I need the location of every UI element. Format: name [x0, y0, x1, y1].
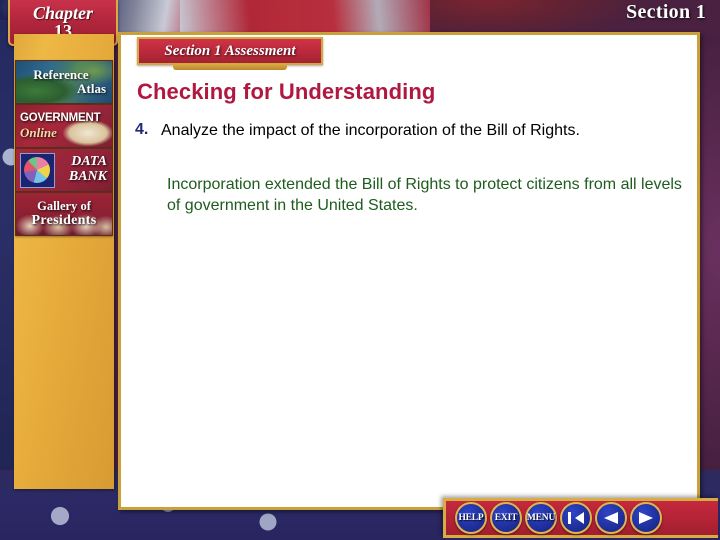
- back-button[interactable]: [595, 502, 627, 534]
- forward-arrow-icon: [636, 510, 656, 526]
- content-panel: Section 1 Assessment Checking for Unders…: [118, 32, 700, 510]
- sidebar-item-label: Online: [20, 124, 57, 140]
- forward-button[interactable]: [630, 502, 662, 534]
- back-arrow-icon: [601, 510, 621, 526]
- reference-atlas-caption: Reference Atlas: [16, 61, 112, 103]
- page-title: Checking for Understanding: [137, 79, 436, 104]
- government-online-caption: GOVERNMENT Online: [16, 105, 112, 147]
- answer-text: Incorporation extended the Bill of Right…: [167, 176, 682, 214]
- first-page-button[interactable]: [560, 502, 592, 534]
- slide-root: Chapter 13 Section 1 Reference Atlas GOV…: [0, 0, 720, 540]
- help-button[interactable]: HELP: [455, 502, 487, 534]
- assessment-tab-notch: [173, 65, 287, 70]
- section-label: Section 1: [626, 1, 706, 23]
- sidebar-item-label: DATA: [71, 154, 107, 170]
- question-text: Analyze the impact of the incorporation …: [161, 122, 580, 139]
- gallery-of-presidents-caption: Gallery of Presidents: [16, 193, 112, 235]
- bottom-navigation-bar: HELP EXIT MENU: [443, 498, 718, 538]
- question-block: 4. Analyze the impact of the incorporati…: [135, 121, 685, 141]
- sidebar-item-label: Atlas: [77, 81, 106, 96]
- first-page-arrow-icon: [566, 510, 586, 526]
- sidebar-item-label: Gallery of: [37, 198, 91, 213]
- data-bank-caption: DATA BANK: [16, 149, 112, 191]
- chapter-word: Chapter: [32, 2, 93, 23]
- sidebar-item-label: BANK: [68, 169, 107, 184]
- sidebar-item-label: Reference: [33, 66, 89, 82]
- sidebar-item-data-bank[interactable]: DATA BANK: [15, 148, 113, 192]
- menu-button-label: MENU: [526, 513, 556, 523]
- sidebar-item-label: GOVERNMENT: [20, 112, 101, 125]
- exit-button[interactable]: EXIT: [490, 502, 522, 534]
- exit-button-label: EXIT: [494, 513, 518, 523]
- question-number: 4.: [135, 121, 149, 138]
- sidebar: Reference Atlas GOVERNMENT Online DATA B…: [14, 34, 114, 489]
- sidebar-item-reference-atlas[interactable]: Reference Atlas: [15, 60, 113, 104]
- help-button-label: HELP: [458, 513, 484, 523]
- menu-button[interactable]: MENU: [525, 502, 557, 534]
- sidebar-item-government-online[interactable]: GOVERNMENT Online: [15, 104, 113, 148]
- assessment-tab[interactable]: Section 1 Assessment: [137, 37, 323, 65]
- sidebar-item-label: Presidents: [31, 213, 97, 229]
- sidebar-item-gallery-of-presidents[interactable]: Gallery of Presidents: [15, 192, 113, 236]
